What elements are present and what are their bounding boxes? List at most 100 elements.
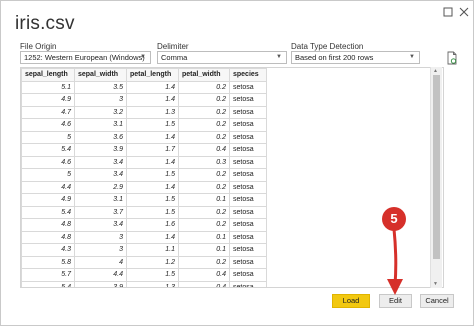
table-row: 5.8 4 1.2 0.2 setosa [21,255,267,269]
table-row: 4.8 3 1.4 0.1 setosa [21,230,267,244]
table-cell: 0.2 [178,205,230,219]
table-cell: 1.3 [126,280,179,287]
delimiter-select[interactable]: Comma ▼ [157,51,287,64]
table-cell: 1.5 [126,118,179,132]
table-cell: 4.6 [21,155,75,169]
table-cell: 0.1 [178,193,230,207]
table-cell: 3.9 [74,143,127,157]
callout-arrow-icon [387,229,403,295]
table-cell: 0.1 [178,243,230,257]
table-cell: 1.4 [126,80,179,94]
table-cell: 0.4 [178,268,230,282]
table-cell: 5.4 [21,280,75,287]
table-row: 4.9 3 1.4 0.2 setosa [21,93,267,107]
table-row: 5.4 3.9 1.7 0.4 setosa [21,143,267,157]
scroll-up-icon[interactable]: ▲ [433,68,438,74]
table-cell: 4.9 [21,93,75,107]
table-cell: 4.6 [21,118,75,132]
table-cell: setosa [229,205,267,219]
table-cell: 1.4 [126,93,179,107]
column-header[interactable]: sepal_length [21,68,75,82]
table-header-row: sepal_length sepal_width petal_length petal… [21,68,267,82]
table-cell: 5.4 [21,205,75,219]
table-row: 4.6 3.4 1.4 0.3 setosa [21,155,267,169]
table-cell: 0.2 [178,105,230,119]
table-cell: 1.6 [126,218,179,232]
table-cell: 3.4 [74,218,127,232]
column-header[interactable]: sepal_width [74,68,127,82]
table-cell: 0.2 [178,118,230,132]
table-cell: setosa [229,218,267,232]
table-cell: setosa [229,105,267,119]
table-cell: 0.2 [178,130,230,144]
table-cell: 4.8 [21,218,75,232]
cancel-button[interactable]: Cancel [420,294,454,308]
table-cell: 5.4 [21,143,75,157]
chevron-down-icon: ▼ [409,54,415,60]
table-cell: 1.3 [126,105,179,119]
chevron-down-icon: ▼ [140,54,146,60]
table-cell: 3.2 [74,105,127,119]
file-origin-select[interactable]: 1252: Western European (Windows) ▼ [20,51,151,64]
document-settings-icon[interactable] [445,51,459,65]
table-cell: 4.9 [21,193,75,207]
table-cell: 3.5 [74,80,127,94]
table-cell: 4.3 [21,243,75,257]
import-dialog: iris.csv File Origin 1252: Western Europ… [0,0,474,326]
column-header[interactable]: species [229,68,267,82]
table-cell: 0.4 [178,143,230,157]
restore-icon[interactable] [441,5,455,19]
file-origin-label: File Origin [20,42,57,51]
table-row: 4.8 3.4 1.6 0.2 setosa [21,218,267,232]
table-body: 5.1 3.5 1.4 0.2 setosa 4.9 3 1.4 0.2 setosa 4.7 3.2… [21,80,267,287]
scroll-down-icon[interactable]: ▼ [433,281,438,287]
close-icon[interactable] [457,5,471,19]
table-row: 4.6 3.1 1.5 0.2 setosa [21,118,267,132]
table-cell: 3 [74,230,127,244]
table-row: 5.4 3.7 1.5 0.2 setosa [21,205,267,219]
table-cell: 3.4 [74,155,127,169]
table-row: 4.3 3 1.1 0.1 setosa [21,243,267,257]
vertical-scrollbar[interactable]: ▲ ▼ [430,67,442,288]
table-cell: 0.2 [178,80,230,94]
file-origin-value: 1252: Western European (Windows) [24,53,145,62]
table-cell: 4 [74,255,127,269]
table-cell: setosa [229,243,267,257]
scrollbar-thumb[interactable] [433,75,440,259]
table-cell: setosa [229,230,267,244]
table-cell: 0.2 [178,168,230,182]
table-cell: 5.8 [21,255,75,269]
delimiter-value: Comma [161,53,188,62]
preview-table: sepal_length sepal_width petal_length petal… [21,68,267,287]
table-row: 5.4 3.9 1.3 0.4 setosa [21,280,267,287]
column-header[interactable]: petal_length [126,68,179,82]
table-cell: setosa [229,155,267,169]
table-cell: 5.7 [21,268,75,282]
table-cell: 0.2 [178,218,230,232]
table-cell: 3.6 [74,130,127,144]
table-cell: 1.1 [126,243,179,257]
table-cell: 1.4 [126,180,179,194]
dialog-title: iris.csv [15,13,75,34]
table-cell: 1.5 [126,193,179,207]
table-cell: 4.7 [21,105,75,119]
table-cell: 3 [74,93,127,107]
column-header[interactable]: petal_width [178,68,230,82]
table-cell: 5.1 [21,80,75,94]
table-row: 5 3.6 1.4 0.2 setosa [21,130,267,144]
table-cell: setosa [229,168,267,182]
table-cell: setosa [229,143,267,157]
data-type-detection-label: Data Type Detection [291,42,364,51]
table-cell: 0.2 [178,180,230,194]
table-cell: 2.9 [74,180,127,194]
table-cell: setosa [229,193,267,207]
data-type-detection-value: Based on first 200 rows [295,53,374,62]
table-cell: setosa [229,80,267,94]
load-button[interactable]: Load [332,294,370,308]
table-cell: 0.1 [178,230,230,244]
table-cell: 3.4 [74,168,127,182]
data-type-detection-select[interactable]: Based on first 200 rows ▼ [291,51,420,64]
table-cell: 1.7 [126,143,179,157]
table-cell: 0.4 [178,280,230,287]
table-cell: 0.2 [178,93,230,107]
